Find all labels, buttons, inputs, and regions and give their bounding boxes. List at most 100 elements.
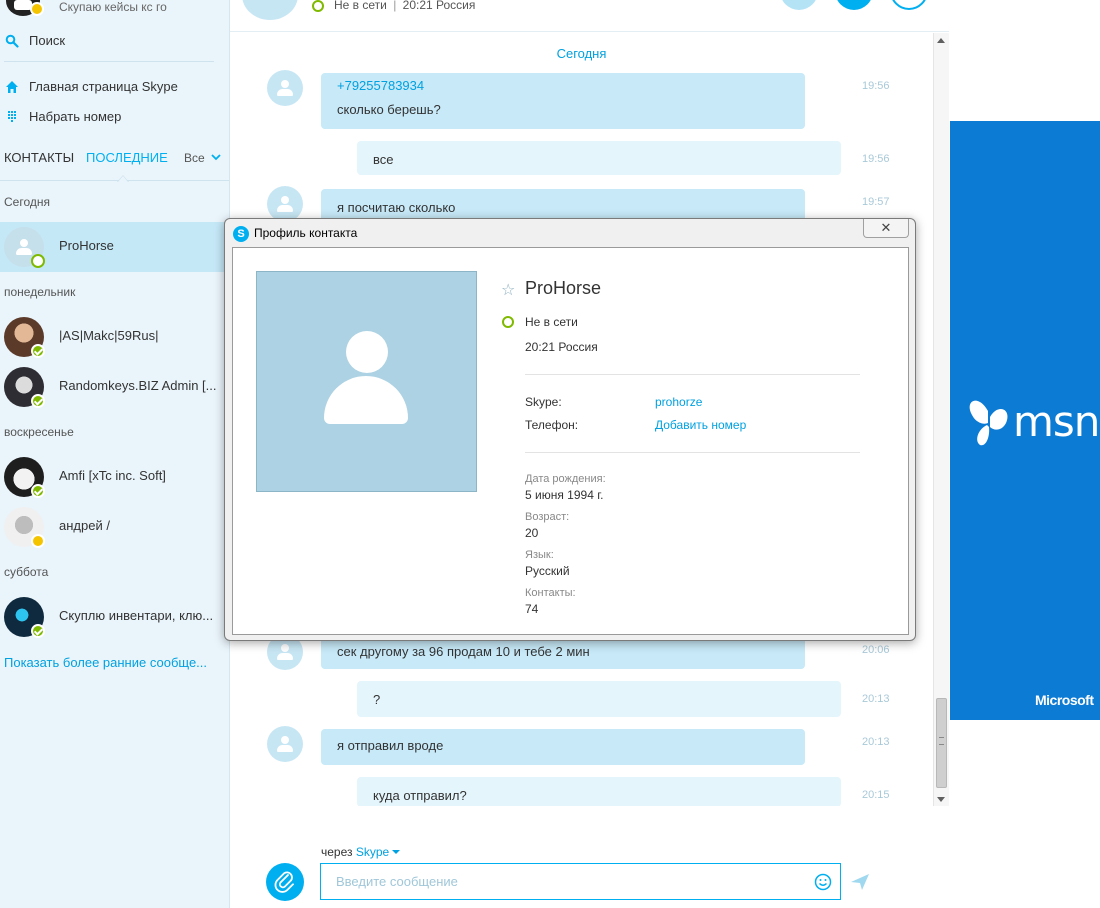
- message-text: куда отправил?: [373, 788, 467, 803]
- via-label: через: [321, 845, 353, 859]
- away-status-icon: [31, 534, 45, 548]
- message-input[interactable]: [320, 863, 841, 900]
- message-bubble[interactable]: сек другому за 96 продам 10 и тебе 2 мин: [321, 637, 805, 669]
- language-value: Русский: [525, 564, 570, 578]
- msn-advertisement[interactable]: msn Microsoft: [950, 121, 1100, 720]
- call-button[interactable]: [835, 0, 873, 10]
- active-tab-indicator: [117, 175, 129, 182]
- language-label: Язык:: [525, 549, 554, 561]
- tab-recent[interactable]: ПОСЛЕДНИЕ: [86, 150, 168, 165]
- person-head-icon: [346, 331, 388, 373]
- contact-tabs: КОНТАКТЫ ПОСЛЕДНИЕ Все: [0, 145, 229, 182]
- my-status-bar: Скупаю кейсы кс го: [0, 0, 229, 22]
- add-people-button[interactable]: [890, 0, 928, 10]
- message-time: 20:15: [862, 789, 890, 801]
- filter-dropdown[interactable]: Все: [184, 151, 221, 165]
- person-icon: [277, 196, 293, 212]
- contacts-value: 74: [525, 602, 539, 616]
- birthday-value: 5 июня 1994 г.: [525, 488, 604, 502]
- person-icon: [277, 644, 293, 660]
- message-time: 20:13: [862, 736, 890, 748]
- online-status-icon: [31, 394, 45, 408]
- home-page-button[interactable]: Главная страница Skype: [0, 75, 229, 99]
- microsoft-logo-text: Microsoft: [1035, 692, 1094, 708]
- divider: [525, 452, 860, 453]
- search-icon: [5, 34, 19, 48]
- group-label-today: Сегодня: [4, 195, 50, 209]
- message-bubble[interactable]: куда отправил?: [357, 777, 841, 806]
- attach-button[interactable]: [266, 863, 304, 901]
- message[interactable]: ? 20:13: [230, 681, 933, 717]
- message-bubble[interactable]: +79255783934 сколько берешь?: [321, 73, 805, 129]
- message[interactable]: все 19:56: [230, 141, 933, 175]
- emoticon-icon[interactable]: [814, 873, 832, 891]
- person-icon: [277, 736, 293, 752]
- message[interactable]: я отправил вроде 20:13: [230, 726, 933, 765]
- message-bubble[interactable]: я отправил вроде: [321, 729, 805, 765]
- message-text: сек другому за 96 продам 10 и тебе 2 мин: [337, 644, 590, 659]
- message[interactable]: +79255783934 сколько берешь? 19:56: [230, 70, 933, 129]
- person-icon: [277, 80, 293, 96]
- message-text: я посчитаю сколько: [337, 200, 456, 215]
- dialog-titlebar[interactable]: S Профиль контакта ✕: [225, 219, 915, 247]
- add-phone-link[interactable]: Добавить номер: [655, 418, 746, 432]
- mood-message[interactable]: Скупаю кейсы кс го: [59, 0, 167, 14]
- contact-item[interactable]: |AS|Makc|59Rus|: [0, 312, 229, 362]
- skype-icon: S: [233, 226, 249, 242]
- contact-avatar[interactable]: [242, 0, 298, 20]
- message-bubble[interactable]: все: [357, 141, 841, 175]
- phone-link[interactable]: +79255783934: [337, 78, 424, 93]
- person-icon: [16, 239, 32, 255]
- contact-status-line: Не в сети | 20:21 Россия: [334, 0, 475, 12]
- contact-item[interactable]: ProHorse: [0, 222, 229, 272]
- chat-header: Не в сети | 20:21 Россия: [230, 0, 949, 32]
- tab-contacts[interactable]: КОНТАКТЫ: [4, 150, 74, 165]
- profile-status: Не в сети: [525, 315, 578, 329]
- sender-avatar[interactable]: [267, 726, 303, 762]
- truncated-previous-message: [372, 33, 375, 44]
- search-button[interactable]: Поиск: [0, 29, 229, 53]
- send-icon[interactable]: [850, 873, 870, 891]
- message[interactable]: куда отправил? 20:15: [230, 777, 933, 806]
- close-button[interactable]: ✕: [863, 219, 909, 238]
- scroll-up-arrow-icon[interactable]: [937, 38, 945, 43]
- composer: через Skype: [230, 806, 949, 908]
- message-bubble[interactable]: ?: [357, 681, 841, 717]
- contact-profile-dialog: S Профиль контакта ✕ ☆ ProHorse Не в сет…: [224, 218, 916, 641]
- message[interactable]: сек другому за 96 продам 10 и тебе 2 мин…: [230, 634, 933, 670]
- birthday-label: Дата рождения:: [525, 473, 606, 485]
- dial-button[interactable]: Набрать номер: [0, 105, 229, 129]
- offline-status-icon: [502, 316, 514, 328]
- profile-content: ☆ ProHorse Не в сети 20:21 Россия Skype:…: [232, 247, 909, 635]
- online-status-icon: [31, 344, 45, 358]
- dialpad-icon: [8, 111, 16, 122]
- sidebar: Скупаю кейсы кс го Поиск Главная страниц…: [0, 0, 230, 908]
- scrollbar[interactable]: [933, 33, 949, 806]
- sender-avatar[interactable]: [267, 70, 303, 106]
- contact-name: андрей /: [59, 518, 110, 533]
- home-page-label: Главная страница Skype: [29, 79, 178, 94]
- scroll-down-arrow-icon[interactable]: [937, 797, 945, 802]
- favorite-star-icon[interactable]: ☆: [501, 280, 515, 300]
- away-status-icon: [30, 2, 44, 16]
- via-service-dropdown[interactable]: Skype: [356, 845, 401, 859]
- sender-avatar[interactable]: [267, 186, 303, 222]
- phone-label: Телефон:: [525, 418, 579, 432]
- profile-photo: [256, 271, 477, 492]
- filter-label: Все: [184, 151, 205, 165]
- offline-status-icon: [312, 0, 324, 12]
- contact-item[interactable]: Randomkeys.BIZ Admin [...: [0, 362, 229, 412]
- skype-name-link[interactable]: prohorze: [655, 395, 702, 409]
- message-time: 19:56: [862, 153, 890, 165]
- contact-item[interactable]: андрей /: [0, 502, 229, 552]
- contact-item[interactable]: Amfi [xTc inc. Soft]: [0, 452, 229, 502]
- message-time: 20:13: [862, 693, 890, 705]
- message-text: все: [373, 152, 394, 167]
- show-earlier-link[interactable]: Показать более ранние сообще...: [0, 652, 215, 674]
- video-call-button[interactable]: [780, 0, 818, 10]
- contact-name: |AS|Makc|59Rus|: [59, 328, 159, 343]
- contact-item[interactable]: Скуплю инвентари, клю...: [0, 592, 229, 642]
- dialog-title: Профиль контакта: [254, 226, 358, 240]
- home-icon: [6, 81, 18, 93]
- scroll-thumb[interactable]: [936, 698, 947, 788]
